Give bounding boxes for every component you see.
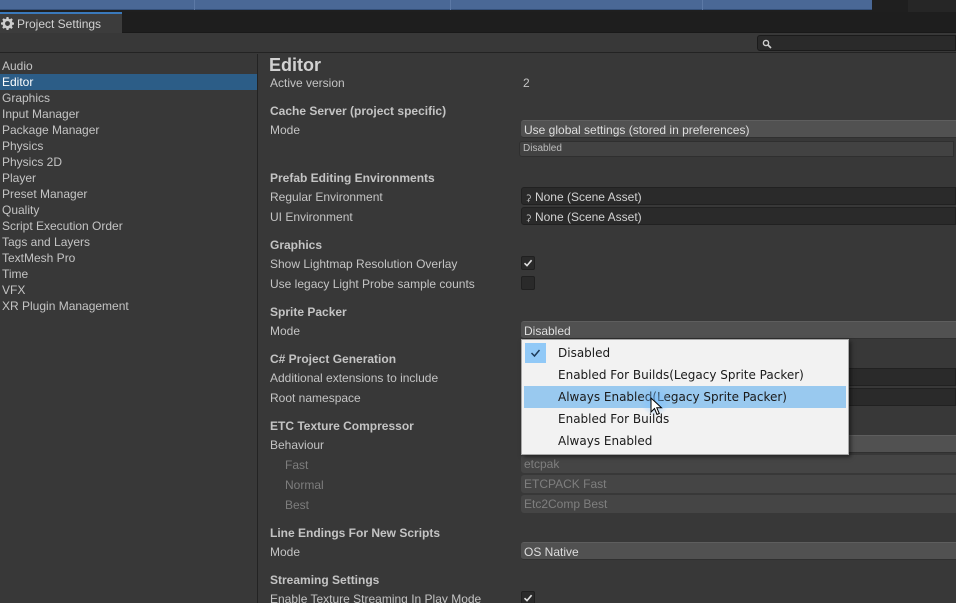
divider bbox=[450, 0, 451, 10]
settings-sidebar: Audio Editor Graphics Input Manager Pack… bbox=[0, 54, 258, 603]
page-title: Editor bbox=[269, 55, 321, 75]
line-endings-mode-label: Mode bbox=[270, 545, 301, 559]
sidebar-item-time[interactable]: Time bbox=[0, 266, 257, 282]
texture-streaming-label: Enable Texture Streaming In Play Mode bbox=[270, 592, 482, 603]
search-input[interactable] bbox=[757, 35, 956, 51]
cache-server-mode-label: Mode bbox=[270, 123, 301, 137]
menu-item-always-enabled[interactable]: Always Enabled bbox=[524, 430, 846, 452]
regular-environment-label: Regular Environment bbox=[270, 190, 383, 204]
etc-normal-label: Normal bbox=[285, 478, 324, 492]
csharp-generation-header: C# Project Generation bbox=[270, 352, 397, 366]
sidebar-item-physics[interactable]: Physics bbox=[0, 138, 257, 154]
etc-compressor-header: ETC Texture Compressor bbox=[270, 419, 414, 433]
etc-fast-dropdown: etcpak bbox=[521, 455, 956, 473]
texture-streaming-checkbox[interactable] bbox=[521, 591, 535, 603]
menu-item-label: Enabled For Builds(Legacy Sprite Packer) bbox=[558, 368, 804, 382]
gear-icon bbox=[1, 17, 15, 30]
sidebar-item-package-manager[interactable]: Package Manager bbox=[0, 122, 257, 138]
menu-item-always-enabled-legacy[interactable]: Always Enabled(Legacy Sprite Packer) bbox=[524, 386, 846, 408]
sidebar-item-input-manager[interactable]: Input Manager bbox=[0, 106, 257, 122]
root-namespace-label: Root namespace bbox=[270, 391, 361, 405]
tab-project-settings[interactable]: Project Settings bbox=[0, 12, 122, 33]
cache-server-status-field: Disabled bbox=[519, 141, 954, 157]
streaming-header: Streaming Settings bbox=[270, 573, 380, 587]
etc-best-label: Best bbox=[285, 498, 310, 512]
sidebar-item-script-execution-order[interactable]: Script Execution Order bbox=[0, 218, 257, 234]
checkmark-icon bbox=[523, 259, 533, 267]
search-icon bbox=[762, 38, 772, 49]
menu-item-enabled-for-builds-legacy[interactable]: Enabled For Builds(Legacy Sprite Packer) bbox=[524, 364, 846, 386]
toolbar bbox=[0, 33, 956, 53]
mouse-cursor-icon bbox=[650, 397, 663, 416]
sidebar-item-vfx[interactable]: VFX bbox=[0, 282, 257, 298]
sidebar-item-graphics[interactable]: Graphics bbox=[0, 90, 257, 106]
line-endings-mode-dropdown[interactable]: OS Native bbox=[521, 542, 956, 560]
sidebar-item-textmesh-pro[interactable]: TextMesh Pro bbox=[0, 250, 257, 266]
ui-environment-label: UI Environment bbox=[270, 210, 353, 224]
sprite-packer-mode-menu: Disabled Enabled For Builds(Legacy Sprit… bbox=[521, 339, 849, 455]
checkmark-icon bbox=[523, 594, 533, 602]
sidebar-item-editor[interactable]: Editor bbox=[0, 74, 257, 90]
graphics-header: Graphics bbox=[270, 238, 323, 252]
sidebar-item-quality[interactable]: Quality bbox=[0, 202, 257, 218]
etc-best-dropdown: Etc2Comp Best bbox=[521, 495, 956, 513]
etc-normal-dropdown: ETCPACK Fast bbox=[521, 475, 956, 493]
line-endings-header: Line Endings For New Scripts bbox=[270, 526, 441, 540]
cache-server-header: Cache Server (project specific) bbox=[270, 104, 447, 118]
sprite-packer-mode-dropdown[interactable]: Disabled bbox=[521, 321, 956, 339]
sidebar-item-preset-manager[interactable]: Preset Manager bbox=[0, 186, 257, 202]
menu-item-disabled[interactable]: Disabled bbox=[524, 342, 846, 364]
divider bbox=[194, 0, 195, 10]
lightmap-overlay-checkbox[interactable] bbox=[521, 256, 535, 270]
lightmap-overlay-label: Show Lightmap Resolution Overlay bbox=[270, 257, 458, 271]
top-strip bbox=[0, 0, 956, 12]
ui-environment-value: None (Scene Asset) bbox=[534, 210, 642, 224]
editor-settings-panel: Editor Active version 2 Cache Server (pr… bbox=[259, 54, 956, 603]
divider bbox=[702, 0, 703, 10]
ui-environment-field[interactable]: ⚳ None (Scene Asset) bbox=[521, 207, 956, 225]
scene-asset-icon: ⚳ bbox=[525, 193, 532, 203]
cache-server-mode-dropdown[interactable]: Use global settings (stored in preferenc… bbox=[521, 120, 956, 138]
top-right-area bbox=[908, 0, 956, 12]
scene-asset-icon: ⚳ bbox=[525, 213, 532, 223]
regular-environment-value: None (Scene Asset) bbox=[534, 190, 642, 204]
sprite-packer-mode-label: Mode bbox=[270, 324, 301, 338]
tab-bar: Project Settings bbox=[0, 12, 956, 33]
menu-item-label: Always Enabled(Legacy Sprite Packer) bbox=[558, 390, 787, 404]
active-version-label: Active version bbox=[270, 76, 345, 90]
regular-environment-field[interactable]: ⚳ None (Scene Asset) bbox=[521, 187, 956, 205]
legacy-light-probe-label: Use legacy Light Probe sample counts bbox=[270, 277, 475, 291]
etc-behaviour-label: Behaviour bbox=[270, 438, 325, 452]
additional-extensions-label: Additional extensions to include bbox=[270, 371, 439, 385]
prefab-env-header: Prefab Editing Environments bbox=[270, 171, 435, 185]
menu-item-enabled-for-builds[interactable]: Enabled For Builds bbox=[524, 408, 846, 430]
sidebar-item-physics-2d[interactable]: Physics 2D bbox=[0, 154, 257, 170]
sprite-packer-header: Sprite Packer bbox=[270, 305, 347, 319]
legacy-light-probe-checkbox[interactable] bbox=[521, 276, 535, 290]
etc-fast-label: Fast bbox=[285, 458, 309, 472]
active-version-value: 2 bbox=[523, 76, 530, 90]
checkmark-icon bbox=[525, 343, 546, 363]
tab-label: Project Settings bbox=[17, 16, 102, 31]
menu-item-label: Disabled bbox=[558, 346, 611, 360]
menu-item-label: Always Enabled bbox=[558, 434, 653, 448]
scene-view-edge bbox=[0, 0, 872, 10]
sidebar-item-xr-plugin-management[interactable]: XR Plugin Management bbox=[0, 298, 257, 314]
sidebar-item-tags-and-layers[interactable]: Tags and Layers bbox=[0, 234, 257, 250]
sidebar-item-player[interactable]: Player bbox=[0, 170, 257, 186]
sidebar-item-audio[interactable]: Audio bbox=[0, 58, 257, 74]
